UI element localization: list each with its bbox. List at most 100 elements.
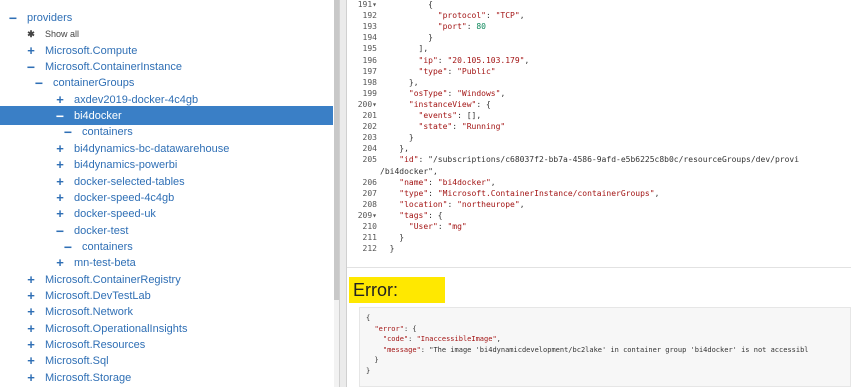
line-number: 195: [362, 44, 377, 54]
tree-item-label: bi4docker: [74, 109, 122, 122]
code-line: 206 "name": "bi4docker",: [347, 178, 496, 188]
line-number: 207: [362, 188, 377, 198]
line-number: 209▾: [357, 210, 377, 220]
collapse-icon[interactable]: −: [63, 240, 73, 254]
line-number: 203: [362, 133, 377, 143]
tree-item-label: Microsoft.OperationalInsights: [45, 322, 188, 335]
error-json-box: { "error": { "code": "InaccessibleImage"…: [359, 307, 851, 387]
line-number: 200▾: [357, 99, 377, 109]
error-json-line: }: [366, 356, 379, 364]
line-number: 210: [362, 222, 377, 231]
code-text: }: [380, 233, 405, 243]
tree-item[interactable]: − docker-test: [0, 222, 333, 240]
collapse-icon[interactable]: −: [26, 60, 36, 74]
code-text: },: [380, 77, 419, 87]
code-line: 208 "location": "northeurope",: [347, 200, 525, 210]
line-number: 192: [362, 11, 377, 21]
tree-item-label: docker-speed-4c4gb: [74, 191, 175, 204]
collapse-icon[interactable]: −: [34, 76, 44, 90]
tree-item[interactable]: + Microsoft.OperationalInsights: [0, 320, 333, 338]
tree-item[interactable]: + docker-selected-tables: [0, 173, 333, 191]
code-line: 209▾ "tags": {: [347, 211, 443, 221]
tree-item[interactable]: + Microsoft.ContainerRegistry: [0, 271, 333, 289]
error-json-line: "error": {: [374, 324, 417, 333]
collapse-icon[interactable]: −: [55, 109, 65, 123]
response-pane: 191▾ {192 "protocol": "TCP", 193 "port": …: [347, 0, 851, 387]
collapse-icon[interactable]: −: [63, 125, 73, 139]
tree-item[interactable]: − containers: [0, 123, 333, 141]
code-text: "port": 80: [437, 22, 486, 32]
tree-item-label: docker-test: [74, 224, 129, 237]
code-text: "osType": "Windows",: [408, 88, 506, 98]
expand-icon[interactable]: +: [55, 93, 65, 106]
tree-item[interactable]: − containerGroups: [0, 74, 333, 92]
tree-item[interactable]: − Microsoft.ContainerInstance: [0, 58, 333, 76]
tree-item[interactable]: + Microsoft.Resources: [0, 336, 333, 354]
code-text: ],: [380, 44, 429, 54]
tree-item-label: Show all: [45, 29, 80, 40]
expand-icon[interactable]: +: [26, 338, 36, 351]
tree-item[interactable]: − providers: [0, 9, 333, 27]
error-json-line: "code": "InaccessibleImage",: [382, 335, 501, 343]
code-line: 204 },: [347, 144, 409, 154]
code-text: "User": "mg": [408, 222, 467, 231]
expand-icon[interactable]: +: [55, 207, 65, 220]
tree-item[interactable]: + bi4dynamics-bc-datawarehouse: [0, 140, 333, 158]
tree-item[interactable]: + docker-speed-uk: [0, 205, 333, 223]
tree-item[interactable]: + bi4dynamics-powerbi: [0, 156, 333, 174]
expand-icon[interactable]: +: [55, 142, 65, 155]
line-number: 198: [362, 77, 377, 87]
error-heading: Error:: [349, 277, 445, 303]
asterisk-icon[interactable]: ✱: [26, 29, 36, 39]
tree-item[interactable]: + Microsoft.Storage: [0, 369, 333, 387]
code-text: "type": "Public": [418, 66, 496, 76]
expand-icon[interactable]: +: [26, 354, 36, 367]
tree-item[interactable]: − bi4docker: [0, 106, 333, 126]
tree-item[interactable]: + Microsoft.Compute: [0, 42, 333, 60]
tree-item[interactable]: − containers: [0, 238, 333, 256]
error-json-line: "message": "The image 'bi4dynamicdevelop…: [382, 345, 809, 354]
pane-splitter[interactable]: [339, 0, 347, 387]
line-number: 205: [362, 155, 377, 165]
tree-item[interactable]: + Microsoft.Sql: [0, 352, 333, 370]
code-text: "ip": "20.105.103.179",: [418, 55, 530, 65]
tree-item-label: Microsoft.Resources: [45, 339, 146, 351]
error-json-line: }: [366, 366, 371, 375]
code-text: "tags": {: [399, 210, 443, 220]
error-json-line: {: [366, 314, 371, 322]
json-response-code: 191▾ {192 "protocol": "TCP", 193 "port": …: [347, 0, 851, 268]
expand-icon[interactable]: +: [26, 289, 36, 302]
tree-item-label: containerGroups: [53, 77, 135, 90]
code-text: "state": "Running": [418, 122, 506, 132]
expand-icon[interactable]: +: [26, 322, 36, 335]
collapse-icon[interactable]: −: [55, 224, 65, 238]
tree-item[interactable]: + Microsoft.Network: [0, 303, 333, 321]
code-line: 205 "id": "/subscriptions/c68037f2-bb7a-…: [347, 155, 799, 165]
code-text: "type": "Microsoft.ContainerInstance/con…: [399, 188, 660, 198]
tree-item-label: providers: [27, 12, 73, 24]
code-text: /bi4docker",: [380, 166, 438, 176]
tree-item[interactable]: + mn-test-beta: [0, 254, 333, 272]
tree-item[interactable]: ✱ Show all: [0, 25, 333, 43]
tree-item-label: Microsoft.ContainerInstance: [45, 61, 182, 74]
tree-item[interactable]: + docker-speed-4c4gb: [0, 189, 333, 207]
expand-icon[interactable]: +: [55, 158, 65, 171]
expand-icon[interactable]: +: [55, 191, 65, 204]
code-text: "name": "bi4docker",: [399, 177, 496, 187]
expand-icon[interactable]: +: [26, 273, 36, 286]
code-line: 201 "events": [],: [347, 111, 482, 121]
tree-item[interactable]: + Microsoft.DevTestLab: [0, 287, 333, 305]
tree-item-label: axdev2019-docker-4c4gb: [74, 93, 199, 106]
expand-icon[interactable]: +: [55, 175, 65, 188]
line-number: 206: [362, 177, 377, 187]
expand-icon[interactable]: +: [55, 256, 65, 269]
tree-item-label: containers: [82, 240, 133, 253]
line-number: 199: [362, 88, 377, 98]
code-line: 191▾ {: [347, 0, 433, 10]
code-text: "location": "northeurope",: [399, 199, 525, 209]
expand-icon[interactable]: +: [26, 305, 36, 318]
tree-item-label: bi4dynamics-powerbi: [74, 159, 178, 172]
collapse-icon[interactable]: −: [8, 11, 18, 25]
expand-icon[interactable]: +: [26, 371, 36, 384]
expand-icon[interactable]: +: [26, 44, 36, 57]
